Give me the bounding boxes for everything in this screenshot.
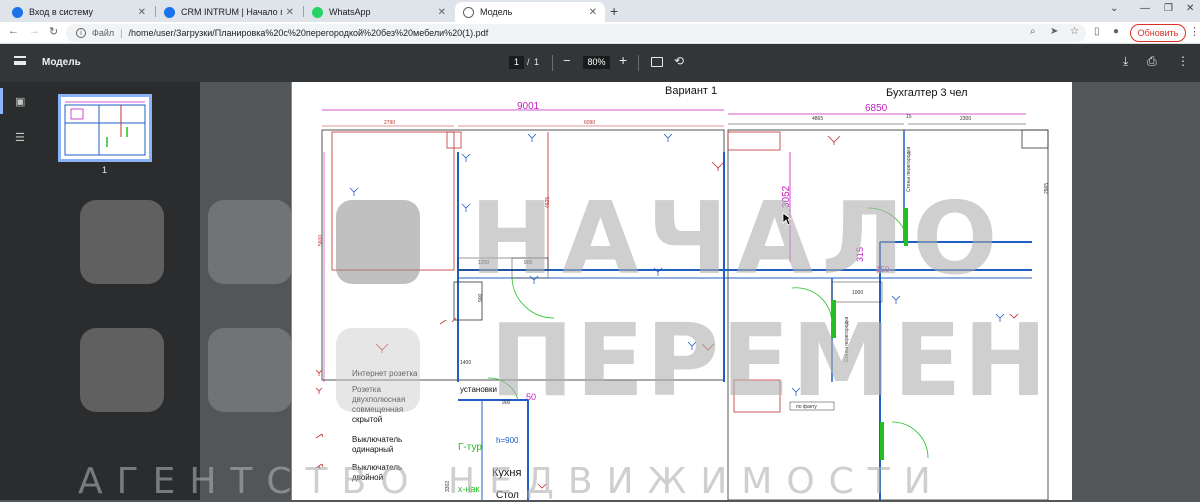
label-h900: h=900 — [496, 436, 519, 445]
close-icon[interactable]: ✕ — [589, 7, 597, 18]
watermark-logo-square — [208, 200, 292, 284]
url-text: /home/user/Загрузки/Планировка%20с%20пер… — [128, 28, 489, 38]
tab-whatsapp[interactable]: WhatsApp ✕ — [304, 2, 454, 22]
page-number-input[interactable]: 1 — [509, 56, 524, 69]
dim-6090: 6090 — [584, 120, 595, 126]
dim-1400: 1400 — [460, 360, 471, 366]
restore-icon[interactable]: ❐ — [1164, 3, 1173, 14]
dim-6850: 6850 — [865, 103, 888, 114]
url-scheme: Файл — [92, 28, 115, 38]
star-icon[interactable]: ☆ — [1070, 26, 1079, 37]
zoom-input[interactable]: 80% — [583, 56, 610, 69]
close-window-icon[interactable]: ✕ — [1186, 3, 1194, 14]
dim-2790: 2790 — [384, 120, 395, 126]
thumbnail-drawing — [64, 101, 146, 156]
room-title: Бухгалтер 3 чел — [886, 87, 968, 99]
variant-title: Вариант 1 — [665, 85, 717, 97]
watermark-logo-square — [80, 200, 164, 284]
dim-5600: 5600 — [318, 235, 324, 246]
page-thumbnail[interactable] — [58, 94, 152, 162]
dim-9001: 9001 — [517, 101, 540, 112]
tab-search-chevron-icon[interactable]: ⌄ — [1110, 3, 1118, 14]
dim-15: 15 — [906, 114, 912, 120]
zoom-in-icon[interactable]: + — [619, 52, 627, 68]
browser-toolbar: ← → ↻ i Файл | /home/user/Загрузки/Плани… — [0, 22, 1200, 44]
watermark-line-3: АГЕНТСТВО НЕДВИЖИМОСТИ — [78, 461, 945, 502]
print-icon[interactable]: ⎙ — [1147, 54, 1157, 69]
tab-crm[interactable]: CRM INTRUM | Начало пере ✕ — [156, 2, 302, 22]
thumbnail-page-number: 1 — [102, 165, 108, 175]
watermark-logo-square — [336, 328, 420, 412]
more-options-icon[interactable]: ⋮ — [1177, 54, 1189, 68]
close-icon[interactable]: ✕ — [438, 7, 446, 18]
site-icon — [12, 6, 23, 18]
back-arrow-icon[interactable]: ← — [8, 25, 19, 37]
watermark-line-1: НАЧАЛО — [470, 180, 1006, 297]
mouse-cursor-icon — [782, 212, 792, 226]
minimize-icon[interactable]: — — [1140, 3, 1150, 14]
dim-2300: 2300 — [960, 116, 971, 122]
active-indicator — [0, 88, 3, 114]
watermark-logo-square — [208, 328, 292, 412]
pdf-toolbar: Модель 1 / 1 − 80% + ⟲ ⤓ ⎙ ⋮ — [0, 44, 1200, 82]
share-icon[interactable]: ➤ — [1050, 26, 1058, 37]
zoom-out-icon[interactable]: − — [563, 53, 571, 68]
update-button[interactable]: Обновить — [1130, 24, 1186, 42]
tab-model[interactable]: Модель ✕ — [455, 2, 605, 22]
dim-2965: 2965 — [1044, 183, 1050, 194]
page-total: 1 — [534, 57, 540, 67]
more-menu-icon[interactable]: ⋮ — [1189, 25, 1200, 38]
legend-switch-single-line2: одинарный — [352, 445, 393, 454]
dim-4865: 4865 — [812, 116, 823, 122]
whatsapp-icon — [312, 6, 323, 18]
address-bar[interactable]: i Файл | /home/user/Загрузки/Планировка%… — [66, 24, 1086, 42]
page-separator: / — [527, 57, 530, 67]
outline-icon[interactable]: ☰ — [15, 131, 25, 144]
watermark-logo-square — [336, 200, 420, 284]
tab-label: WhatsApp — [329, 7, 371, 17]
legend-socket-line4: скрытой — [352, 415, 382, 424]
tab-label: Модель — [480, 7, 513, 17]
watermark-logo-square — [80, 328, 164, 412]
document-title: Модель — [42, 57, 81, 68]
site-icon — [164, 6, 175, 18]
toolbar-divider — [552, 55, 553, 71]
label-g-tour: Г-тур — [458, 442, 482, 453]
toolbar-divider — [638, 55, 639, 71]
forward-arrow-icon[interactable]: → — [29, 25, 40, 37]
close-icon[interactable]: ✕ — [138, 7, 146, 18]
info-icon[interactable]: i — [76, 28, 86, 38]
tab-label: Вход в систему — [29, 7, 93, 17]
tab-strip: Вход в систему ✕ CRM INTRUM | Начало пер… — [0, 0, 1200, 22]
watermark-line-2: ПЕРЕМЕН — [490, 302, 1050, 419]
search-icon[interactable]: ⌕ — [1030, 26, 1036, 37]
menu-icon[interactable] — [14, 56, 26, 65]
tab-label: CRM INTRUM | Начало пере — [181, 7, 282, 17]
side-panel-icon[interactable]: ▯ — [1094, 26, 1100, 37]
globe-icon — [463, 6, 474, 18]
fit-page-icon[interactable] — [651, 57, 663, 67]
tab-login[interactable]: Вход в систему ✕ — [4, 2, 154, 22]
thumbnails-icon[interactable]: ▣ — [15, 95, 25, 108]
rotate-icon[interactable]: ⟲ — [674, 54, 684, 68]
close-icon[interactable]: ✕ — [286, 7, 294, 18]
reload-icon[interactable]: ↻ — [49, 25, 58, 38]
download-icon[interactable]: ⤓ — [1123, 54, 1128, 69]
new-tab-plus-icon[interactable]: + — [610, 3, 618, 19]
url-separator: | — [120, 28, 123, 38]
profile-icon[interactable]: ● — [1113, 26, 1119, 37]
legend-switch-single-line1: Выключатель — [352, 435, 402, 444]
